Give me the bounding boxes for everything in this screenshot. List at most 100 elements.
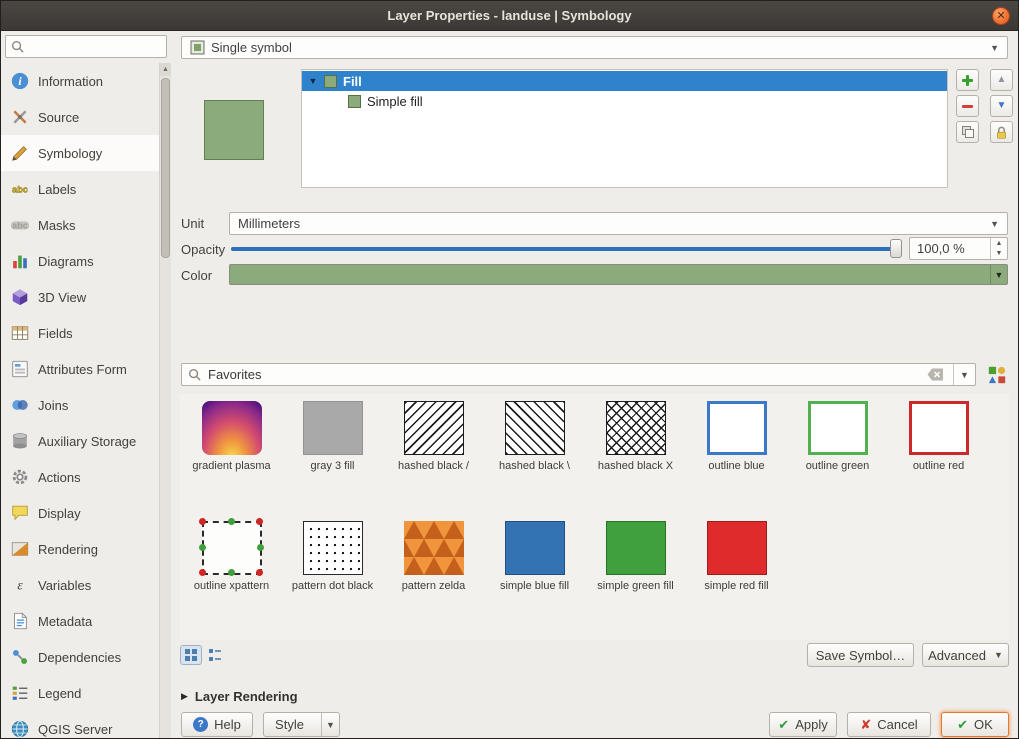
color-label: Color: [181, 268, 212, 283]
symbol-item-gray-3-fill[interactable]: gray 3 fill: [282, 401, 383, 473]
sidebar-item-qgis-server[interactable]: QGIS Server: [1, 711, 159, 738]
symbol-thumb-pattern-zelda: [404, 521, 464, 575]
spin-up-icon[interactable]: ▲: [991, 238, 1007, 249]
sidebar-item-masks[interactable]: abc Masks: [1, 207, 159, 243]
apply-button[interactable]: ✔ Apply: [769, 712, 837, 737]
sidebar-item-dependencies[interactable]: Dependencies: [1, 639, 159, 675]
filter-dropdown-icon[interactable]: ▼: [953, 364, 975, 385]
source-icon: [10, 107, 30, 127]
sidebar-search-input[interactable]: [28, 38, 161, 55]
symbol-item-pattern-zelda[interactable]: pattern zelda: [383, 521, 484, 593]
scroll-up-icon[interactable]: ▲: [160, 63, 171, 76]
symbol-item-outline-green[interactable]: outline green: [787, 401, 888, 473]
add-symbol-layer-button[interactable]: [956, 69, 979, 91]
style-dropdown-icon[interactable]: ▼: [321, 713, 339, 736]
symbol-label: outline xpattern: [194, 580, 269, 593]
move-up-button[interactable]: ▲: [990, 69, 1013, 91]
layer-rendering-section[interactable]: ▶ Layer Rendering: [181, 689, 298, 704]
unit-label: Unit: [181, 216, 204, 231]
symbol-item-simple-blue-fill[interactable]: simple blue fill: [484, 521, 585, 593]
sidebar-item-legend[interactable]: Legend: [1, 675, 159, 711]
sidebar-item-auxiliary-storage[interactable]: Auxiliary Storage: [1, 423, 159, 459]
opacity-slider-handle[interactable]: [890, 239, 902, 258]
clear-filter-icon[interactable]: [927, 368, 944, 381]
symbol-layer-fill-row[interactable]: ▼ Fill: [302, 71, 947, 91]
symbol-item-pattern-dot-black[interactable]: pattern dot black: [282, 521, 383, 593]
symbol-item-outline-xpattern[interactable]: outline xpattern: [181, 521, 282, 593]
sidebar-item-rendering[interactable]: Rendering: [1, 531, 159, 567]
list-view-button[interactable]: [204, 645, 226, 665]
sidebar-item-attributes-form[interactable]: Attributes Form: [1, 351, 159, 387]
window-title: Layer Properties - landuse | Symbology: [387, 8, 631, 23]
symbol-preview[interactable]: [204, 100, 264, 160]
cancel-button[interactable]: ✘ Cancel: [847, 712, 931, 737]
symbol-item-hashed-black-fwd[interactable]: hashed black /: [383, 401, 484, 473]
chevron-down-icon: ▼: [990, 43, 999, 53]
symbol-label: simple red fill: [704, 580, 768, 593]
style-manager-icon: [987, 365, 1007, 385]
color-button[interactable]: ▼: [229, 264, 1008, 285]
sidebar-item-display[interactable]: Display: [1, 495, 159, 531]
unit-combo[interactable]: Millimeters ▼: [229, 212, 1008, 235]
symbol-item-outline-blue[interactable]: outline blue: [686, 401, 787, 473]
duplicate-symbol-layer-button[interactable]: [956, 121, 979, 143]
symbol-thumb-outline-blue: [707, 401, 767, 455]
icon-view-button[interactable]: [180, 645, 202, 665]
symbol-item-outline-red[interactable]: outline red: [888, 401, 989, 473]
sidebar-item-source[interactable]: Source: [1, 99, 159, 135]
spin-buttons[interactable]: ▲ ▼: [990, 238, 1007, 259]
sidebar-search-box[interactable]: [5, 35, 167, 58]
sidebar-item-symbology[interactable]: Symbology: [1, 135, 159, 171]
help-button[interactable]: ? Help: [181, 712, 253, 737]
svg-text:abc: abc: [12, 185, 28, 195]
fields-icon: [10, 323, 30, 343]
style-manager-button[interactable]: [984, 362, 1009, 387]
sidebar-item-metadata[interactable]: Metadata: [1, 603, 159, 639]
sidebar-item-label: Actions: [38, 470, 81, 485]
symbol-filter-input[interactable]: [206, 366, 922, 383]
qgis-server-icon: [10, 719, 30, 738]
sidebar-scrollbar[interactable]: ▲: [159, 63, 171, 738]
lock-color-button[interactable]: [990, 121, 1013, 143]
sidebar-item-information[interactable]: i Information: [1, 63, 159, 99]
style-button[interactable]: Style ▼: [263, 712, 340, 737]
remove-symbol-layer-button[interactable]: [956, 95, 979, 117]
titlebar[interactable]: Layer Properties - landuse | Symbology ✕: [1, 1, 1018, 31]
symbol-filter-combo[interactable]: ▼: [181, 363, 976, 386]
symbol-item-hashed-black-x[interactable]: hashed black X: [585, 401, 686, 473]
sidebar-item-label: Rendering: [38, 542, 98, 557]
symbol-label: simple green fill: [597, 580, 673, 593]
renderer-combo[interactable]: Single symbol ▼: [181, 36, 1008, 59]
slider-track[interactable]: [231, 247, 899, 251]
close-button[interactable]: ✕: [992, 7, 1010, 25]
scrollbar-thumb[interactable]: [161, 78, 170, 258]
opacity-spinbox[interactable]: 100,0 % ▲ ▼: [909, 237, 1008, 260]
symbol-layer-simple-fill-row[interactable]: Simple fill: [302, 91, 947, 111]
symbol-label: hashed black \: [499, 460, 570, 473]
save-symbol-label: Save Symbol…: [816, 648, 906, 663]
sidebar-item-variables[interactable]: ε Variables: [1, 567, 159, 603]
symbol-item-simple-red-fill[interactable]: simple red fill: [686, 521, 787, 593]
color-dropdown-icon[interactable]: ▼: [990, 265, 1007, 284]
symbol-item-hashed-black-bwd[interactable]: hashed black \: [484, 401, 585, 473]
sidebar-item-diagrams[interactable]: Diagrams: [1, 243, 159, 279]
save-symbol-button[interactable]: Save Symbol…: [807, 643, 914, 667]
sidebar-item-labels[interactable]: abc Labels: [1, 171, 159, 207]
sidebar-item-joins[interactable]: Joins: [1, 387, 159, 423]
symbol-item-gradient-plasma[interactable]: gradient plasma: [181, 401, 282, 473]
spin-down-icon[interactable]: ▼: [991, 249, 1007, 260]
symbol-item-simple-green-fill[interactable]: simple green fill: [585, 521, 686, 593]
expander-icon[interactable]: ▼: [308, 76, 318, 86]
symbol-thumb-outline-green: [808, 401, 868, 455]
symbol-label: gray 3 fill: [310, 460, 354, 473]
opacity-value: 100,0 %: [917, 241, 965, 256]
opacity-slider[interactable]: [231, 239, 899, 258]
move-down-button[interactable]: ▼: [990, 95, 1013, 117]
3d-view-icon: [10, 287, 30, 307]
ok-button[interactable]: ✔ OK: [941, 712, 1009, 737]
dependencies-icon: [10, 647, 30, 667]
sidebar-item-fields[interactable]: Fields: [1, 315, 159, 351]
sidebar-item-actions[interactable]: Actions: [1, 459, 159, 495]
sidebar-item-3d-view[interactable]: 3D View: [1, 279, 159, 315]
advanced-button[interactable]: Advanced ▼: [922, 643, 1009, 667]
